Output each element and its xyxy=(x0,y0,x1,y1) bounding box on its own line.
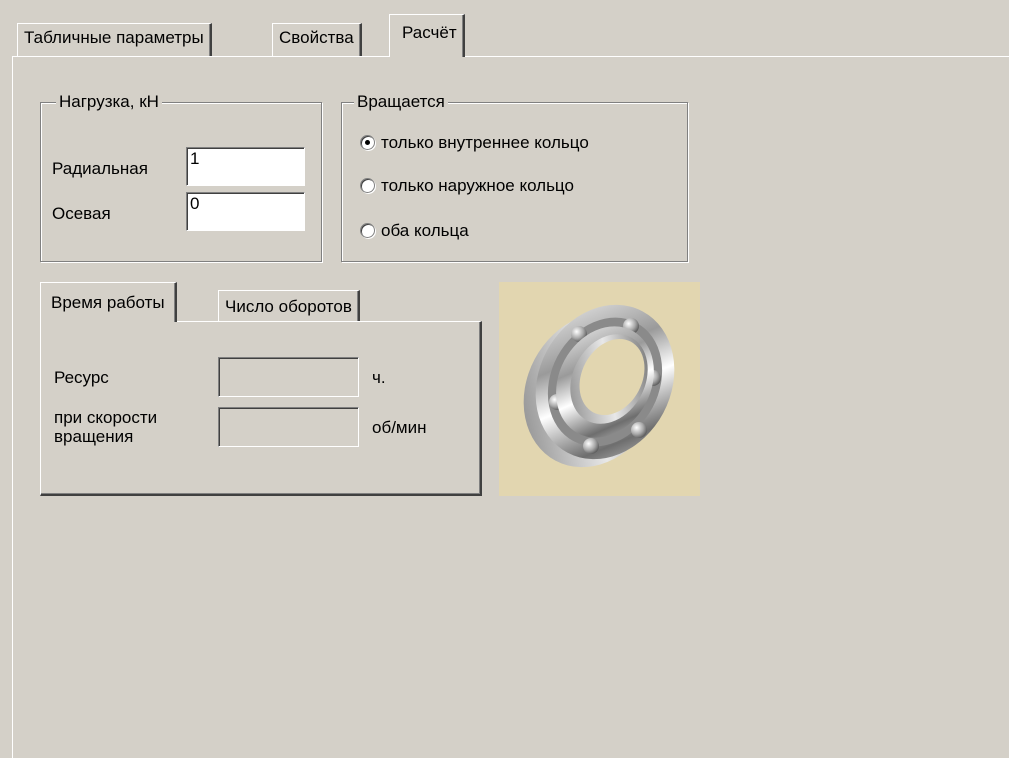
inner-tab-label: Число оборотов xyxy=(225,297,352,316)
tab-label: Свойства xyxy=(279,28,354,47)
inner-tab-label: Время работы xyxy=(51,293,165,312)
inner-tab-work-time[interactable]: Время работы xyxy=(40,282,177,322)
radio-both-rings[interactable] xyxy=(360,223,375,238)
radial-load-input[interactable]: 1 xyxy=(186,147,305,186)
speed-unit: об/мин xyxy=(372,418,427,437)
option-both-rings-label[interactable]: оба кольца xyxy=(381,221,469,241)
radio-outer-ring[interactable] xyxy=(360,178,375,193)
option-inner-ring-label[interactable]: только внутреннее кольцо xyxy=(381,133,589,153)
speed-label-line1: при скорости xyxy=(54,408,158,427)
load-group-legend: Нагрузка, кН xyxy=(56,92,162,112)
option-outer-ring-label[interactable]: только наружное кольцо xyxy=(381,176,574,196)
rotation-group-legend: Вращается xyxy=(354,92,448,112)
bearing-image xyxy=(499,282,700,496)
radio-inner-ring[interactable] xyxy=(360,135,375,150)
speed-input[interactable] xyxy=(218,407,359,447)
tab-calculation[interactable]: Расчёт xyxy=(389,14,465,57)
tab-label: Табличные параметры xyxy=(24,28,204,47)
axial-label: Осевая xyxy=(52,204,111,223)
tab-properties[interactable]: Свойства xyxy=(272,23,362,56)
ball-bearing-icon xyxy=(523,304,675,468)
resource-label: Ресурс xyxy=(54,368,109,387)
inner-tab-revolutions[interactable]: Число оборотов xyxy=(218,290,360,321)
tab-tabular-parameters[interactable]: Табличные параметры xyxy=(17,23,212,56)
speed-label-line2: вращения xyxy=(54,427,134,446)
resource-unit: ч. xyxy=(372,368,386,387)
axial-load-input[interactable]: 0 xyxy=(186,192,305,231)
resource-input[interactable] xyxy=(218,357,359,397)
tab-label: Расчёт xyxy=(402,23,457,42)
radio-selected-dot xyxy=(365,140,370,145)
radial-label: Радиальная xyxy=(52,159,148,178)
